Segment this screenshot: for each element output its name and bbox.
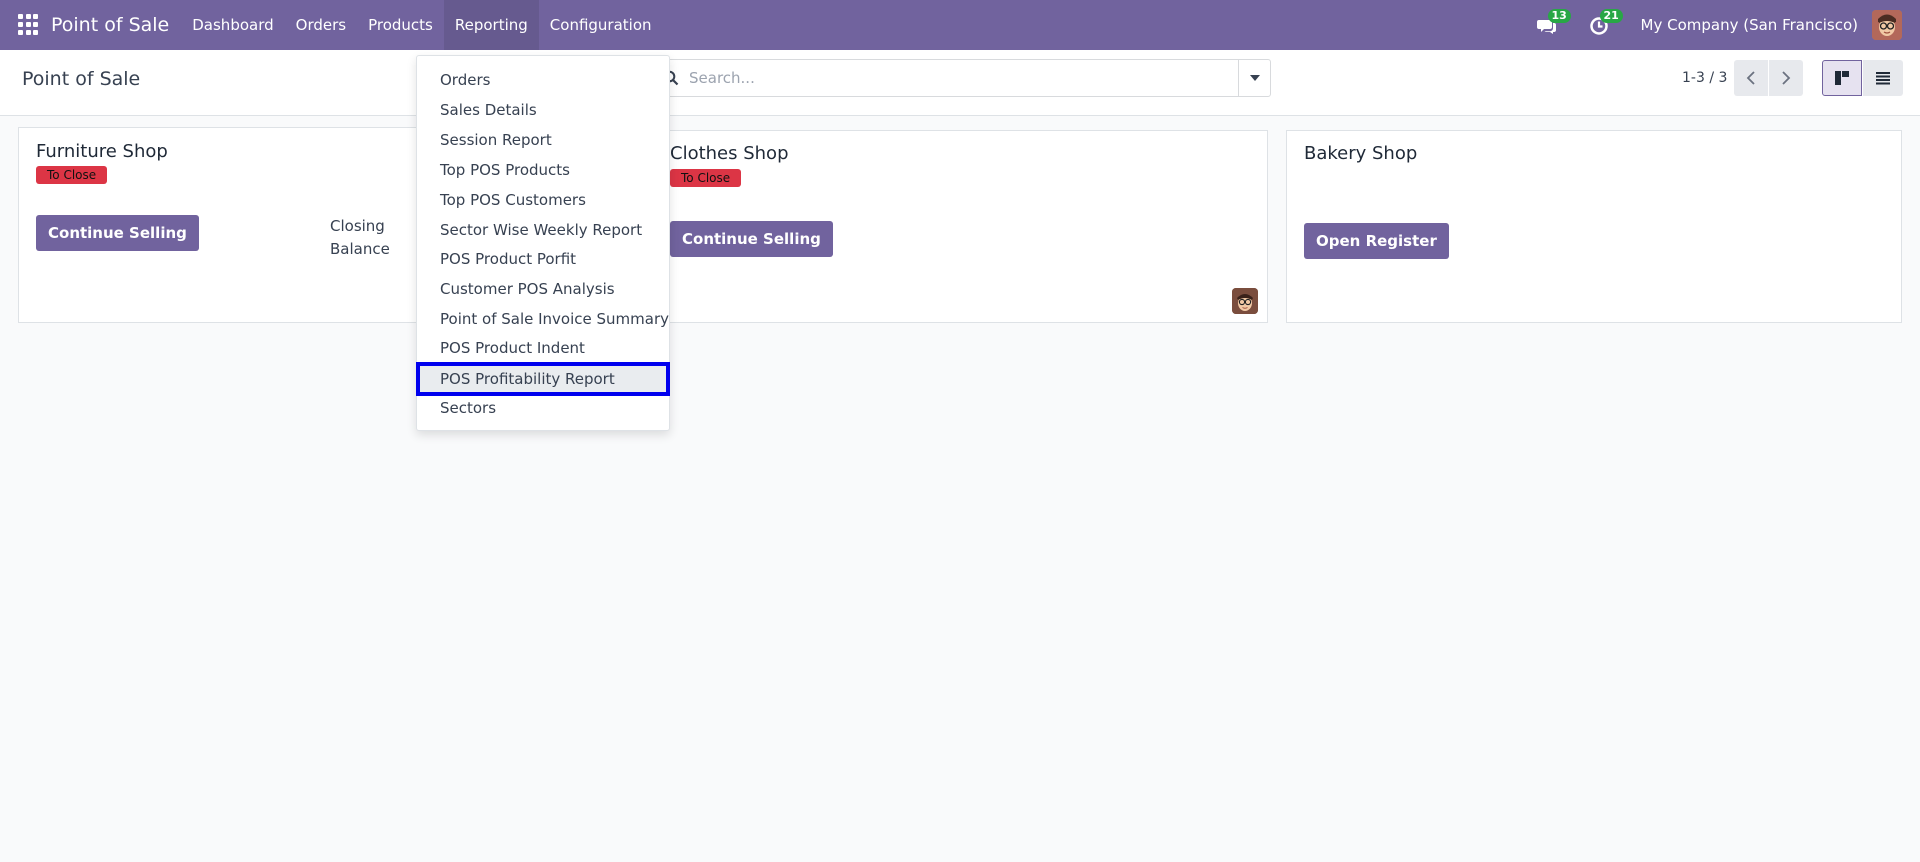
menu-orders[interactable]: Orders	[285, 0, 357, 50]
menu-item-orders[interactable]: Orders	[417, 65, 669, 95]
menu-item-pos-product-profit[interactable]: POS Product Porfit	[417, 244, 669, 274]
closing-balance-label: Closing Balance	[330, 215, 390, 261]
activities-count-badge: 21	[1599, 9, 1623, 23]
card-title: Furniture Shop	[36, 141, 168, 162]
menu-item-sectors[interactable]: Sectors	[417, 393, 669, 423]
closing-label-line-2: Balance	[330, 240, 390, 258]
closing-label-line-1: Closing	[330, 217, 385, 235]
pager-previous-button[interactable]	[1734, 60, 1768, 96]
apps-grid-icon[interactable]	[18, 14, 40, 36]
menu-item-invoice-summary[interactable]: Point of Sale Invoice Summary	[417, 304, 669, 334]
user-avatar-icon	[1872, 10, 1902, 40]
open-register-button[interactable]: Open Register	[1304, 223, 1449, 259]
search-options-toggle[interactable]	[1238, 60, 1270, 96]
user-avatar[interactable]	[1872, 10, 1902, 40]
search-bar[interactable]	[650, 59, 1271, 97]
chevron-right-icon	[1782, 71, 1791, 85]
top-navbar: Point of Sale Dashboard Orders Products …	[0, 0, 1920, 50]
pos-card-bakery: Bakery Shop Open Register	[1286, 130, 1902, 323]
main-menu: Dashboard Orders Products Reporting Conf…	[181, 0, 662, 50]
page-title: Point of Sale	[22, 68, 141, 90]
caret-down-icon	[1249, 75, 1260, 81]
list-icon	[1876, 72, 1890, 85]
navbar-systray: 13 21 My Company (San Francisco)	[1536, 0, 1920, 50]
card-title: Clothes Shop	[670, 143, 789, 164]
kanban-view-button[interactable]	[1822, 60, 1862, 96]
messages-count-badge: 13	[1547, 9, 1571, 23]
pager-next-button[interactable]	[1769, 60, 1803, 96]
pos-card-furniture: Furniture Shop To Close Continue Selling…	[18, 127, 478, 323]
kanban-icon	[1835, 71, 1849, 85]
pager-value[interactable]: 1-3 / 3	[1682, 70, 1727, 86]
activities-button[interactable]: 21	[1589, 9, 1623, 37]
menu-item-top-pos-products[interactable]: Top POS Products	[417, 155, 669, 185]
menu-item-pos-profitability-report[interactable]: POS Profitability Report	[416, 362, 670, 396]
responsible-avatar[interactable]	[1232, 288, 1258, 314]
app-brand[interactable]: Point of Sale	[51, 14, 169, 36]
menu-reporting[interactable]: Reporting	[443, 0, 539, 50]
pos-card-clothes: Clothes Shop To Close Continue Selling	[652, 130, 1268, 323]
user-avatar-icon	[1232, 288, 1258, 314]
card-title: Bakery Shop	[1304, 143, 1418, 164]
search-input[interactable]	[689, 69, 1209, 87]
continue-selling-button[interactable]: Continue Selling	[670, 221, 833, 257]
menu-configuration[interactable]: Configuration	[539, 0, 663, 50]
status-badge: To Close	[670, 169, 742, 187]
company-switcher[interactable]: My Company (San Francisco)	[1641, 16, 1858, 34]
list-view-button[interactable]	[1863, 60, 1903, 96]
control-panel: Point of Sale 1-3 / 3	[0, 50, 1920, 116]
menu-item-session-report[interactable]: Session Report	[417, 125, 669, 155]
continue-selling-button[interactable]: Continue Selling	[36, 215, 199, 251]
menu-item-sector-wise-weekly-report[interactable]: Sector Wise Weekly Report	[417, 215, 669, 245]
menu-item-sales-details[interactable]: Sales Details	[417, 95, 669, 125]
reporting-dropdown-menu: Orders Sales Details Session Report Top …	[416, 55, 670, 431]
menu-dashboard[interactable]: Dashboard	[181, 0, 284, 50]
chevron-left-icon	[1746, 71, 1755, 85]
menu-item-customer-pos-analysis[interactable]: Customer POS Analysis	[417, 274, 669, 304]
messages-button[interactable]: 13	[1536, 9, 1571, 37]
menu-item-top-pos-customers[interactable]: Top POS Customers	[417, 185, 669, 215]
status-badge: To Close	[36, 166, 108, 184]
menu-products[interactable]: Products	[357, 0, 444, 50]
menu-item-pos-product-indent[interactable]: POS Product Indent	[417, 333, 669, 363]
